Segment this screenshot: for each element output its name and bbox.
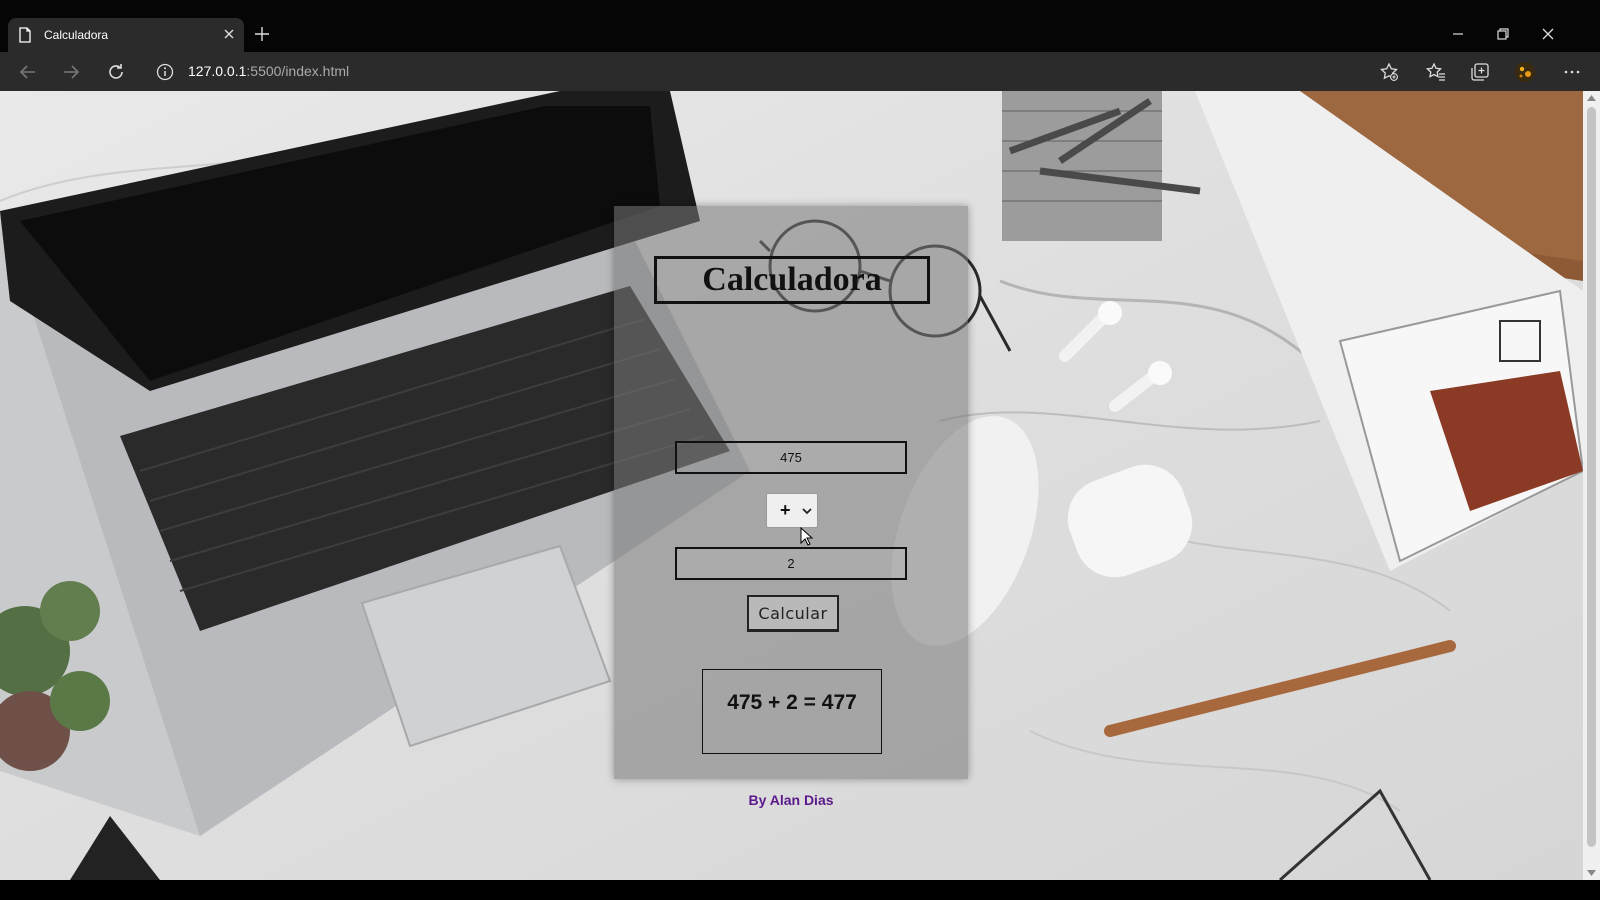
browser-title-bar: Calculadora (0, 0, 1600, 52)
page-scrollbar[interactable] (1583, 91, 1600, 880)
second-number-input[interactable] (675, 547, 907, 580)
close-window-icon[interactable] (1540, 26, 1556, 42)
browser-tab[interactable]: Calculadora (8, 18, 244, 52)
first-number-input[interactable] (675, 441, 907, 474)
result-box: 475 + 2 = 477 (702, 669, 882, 754)
operator-select[interactable]: + (766, 493, 818, 528)
address-bar[interactable]: 127.0.0.1:5500/index.html (188, 63, 349, 79)
minimize-icon[interactable] (1450, 26, 1466, 42)
site-info-icon[interactable] (156, 63, 174, 81)
bottom-edge (0, 880, 1600, 900)
add-favorite-icon[interactable] (1378, 61, 1400, 83)
tab-title: Calculadora (44, 28, 109, 42)
new-tab-icon[interactable] (254, 26, 270, 42)
favorites-icon[interactable] (1425, 61, 1447, 83)
calculate-button[interactable]: Calcular (747, 595, 839, 632)
url-host: 127.0.0.1 (188, 63, 247, 79)
author-credit: By Alan Dias (748, 792, 834, 808)
scrollbar-thumb[interactable] (1587, 107, 1596, 847)
close-tab-icon[interactable] (222, 27, 236, 41)
forward-icon[interactable] (60, 61, 82, 83)
calculator-panel: Calculadora + Calcular 475 + 2 = 477 By … (614, 206, 968, 808)
restore-icon[interactable] (1495, 26, 1511, 42)
refresh-icon[interactable] (105, 61, 127, 83)
title-box: Calculadora (654, 256, 930, 304)
scroll-down-arrow-icon[interactable] (1587, 870, 1596, 876)
profile-avatar-icon[interactable] (1514, 61, 1536, 83)
back-icon[interactable] (17, 61, 39, 83)
page-viewport: Calculadora + Calcular 475 + 2 = 477 By … (0, 91, 1583, 880)
operator-selected-value: + (780, 500, 791, 520)
url-path: :5500/index.html (246, 63, 350, 79)
collections-icon[interactable] (1469, 61, 1491, 83)
browser-toolbar: 127.0.0.1:5500/index.html (0, 52, 1600, 91)
result-text: 475 + 2 = 477 (727, 691, 857, 714)
page-title: Calculadora (702, 261, 882, 298)
mouse-cursor-icon (800, 527, 814, 546)
page-icon (19, 27, 31, 43)
chevron-down-icon (802, 508, 812, 515)
more-options-icon[interactable] (1561, 61, 1583, 83)
scroll-up-arrow-icon[interactable] (1587, 95, 1596, 101)
